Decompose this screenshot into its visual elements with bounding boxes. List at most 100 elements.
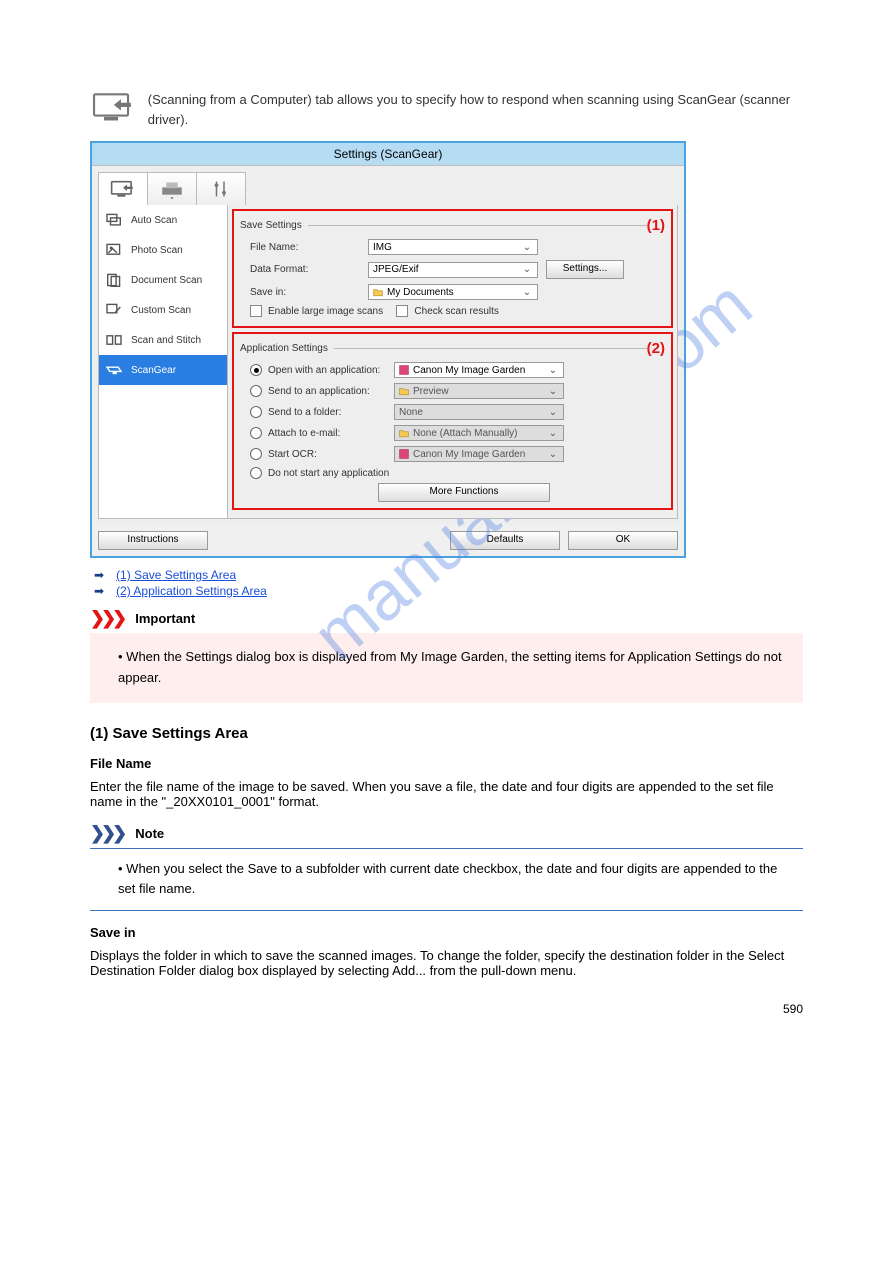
chevron-down-icon: ⌄ — [521, 287, 533, 298]
sidebar-item-scangear[interactable]: ScanGear — [99, 355, 227, 385]
checkbox-icon — [250, 305, 262, 317]
section-heading-1: (1) Save Settings Area — [90, 725, 803, 742]
more-functions-button[interactable]: More Functions — [378, 483, 550, 502]
note-block: ❯❯❯ Note • When you select the Save to a… — [90, 823, 803, 912]
photo-scan-icon — [105, 243, 123, 257]
application-settings-section: Application Settings (2) Open with an ap… — [232, 332, 673, 510]
radio-label: Do not start any application — [268, 468, 394, 479]
document-scan-icon — [105, 273, 123, 287]
important-body: • When the Settings dialog box is displa… — [90, 633, 803, 703]
checkbox-label: Check scan results — [414, 306, 498, 317]
scan-from-computer-icon — [90, 90, 138, 124]
dialog-footer: Instructions Defaults OK — [92, 525, 684, 556]
chevron-right-blue-icon: ❯❯❯ — [90, 823, 123, 844]
defaults-button[interactable]: Defaults — [450, 531, 560, 550]
file-name-label: File Name: — [250, 242, 368, 253]
radio-do-not-start-app[interactable] — [250, 467, 262, 479]
note-heading: Note — [135, 826, 164, 841]
radio-label: Send to an application: — [268, 386, 394, 397]
file-name-value: IMG — [373, 242, 392, 253]
app-icon — [399, 365, 409, 375]
sidebar: Auto Scan Photo Scan Document Scan Custo… — [98, 205, 228, 519]
app-settings-label: Application Settings — [240, 343, 328, 354]
link-application-settings-area[interactable]: (2) Application Settings Area — [116, 584, 267, 598]
intro-text: (Scanning from a Computer) tab allows yo… — [148, 90, 803, 129]
chevron-right-red-icon: ❯❯❯ — [90, 608, 123, 629]
sidebar-item-label: Custom Scan — [131, 305, 191, 316]
radio-label: Open with an application: — [268, 365, 394, 376]
instructions-button[interactable]: Instructions — [98, 531, 208, 550]
page-number: 590 — [90, 1002, 803, 1016]
panel-row: Auto Scan Photo Scan Document Scan Custo… — [98, 205, 678, 519]
note-text: When you select the Save to a subfolder … — [118, 861, 777, 897]
sidebar-item-photo-scan[interactable]: Photo Scan — [99, 235, 227, 265]
chevron-down-icon: ⌄ — [547, 365, 559, 376]
save-in-label: Save in: — [250, 287, 368, 298]
arrow-icon: ➡ — [94, 584, 104, 598]
data-format-select[interactable]: JPEG/Exif ⌄ — [368, 262, 538, 278]
radio-start-ocr[interactable] — [250, 448, 262, 460]
tab-scan-to-computer[interactable] — [147, 172, 197, 206]
tab-scan-from-computer[interactable] — [98, 172, 148, 206]
quick-links: ➡ (1) Save Settings Area ➡ (2) Applicati… — [94, 568, 803, 598]
divider — [334, 348, 647, 349]
radio-attach-to-email[interactable] — [250, 427, 262, 439]
chevron-down-icon: ⌄ — [521, 264, 533, 275]
sidebar-item-label: Scan and Stitch — [131, 335, 201, 346]
tab-general-settings[interactable] — [196, 172, 246, 206]
radio-label: Attach to e-mail: — [268, 428, 394, 439]
important-block: ❯❯❯ Important • When the Settings dialog… — [90, 608, 803, 703]
radio-label: Send to a folder: — [268, 407, 394, 418]
printer-icon — [159, 179, 185, 199]
check-scan-results-checkbox[interactable]: Check scan results — [396, 305, 498, 317]
ok-button[interactable]: OK — [568, 531, 678, 550]
stitch-icon — [105, 333, 123, 347]
dialog-title: Settings (ScanGear) — [92, 143, 684, 166]
enable-large-image-scans-checkbox[interactable]: Enable large image scans — [250, 305, 383, 317]
right-pane: Save Settings (1) File Name: IMG ⌄ — [228, 205, 678, 519]
save-in-value: My Documents — [387, 287, 454, 298]
arrow-icon: ➡ — [94, 568, 104, 582]
radio-send-to-folder[interactable] — [250, 406, 262, 418]
intro-row: (Scanning from a Computer) tab allows yo… — [90, 90, 803, 129]
save-in-description: Displays the folder in which to save the… — [90, 948, 803, 978]
custom-scan-icon — [105, 303, 123, 317]
checkbox-label: Enable large image scans — [268, 306, 383, 317]
app-icon — [399, 449, 409, 459]
dialog-body: Auto Scan Photo Scan Document Scan Custo… — [92, 166, 684, 525]
settings-dialog: Settings (ScanGear) Auto Scan — [90, 141, 686, 558]
save-in-select[interactable]: My Documents ⌄ — [368, 284, 538, 300]
radio-open-with-app[interactable] — [250, 364, 262, 376]
chevron-down-icon: ⌄ — [547, 407, 559, 418]
data-format-label: Data Format: — [250, 264, 368, 275]
link-save-settings-area[interactable]: (1) Save Settings Area — [116, 568, 236, 582]
sidebar-item-scan-and-stitch[interactable]: Scan and Stitch — [99, 325, 227, 355]
field-term-save-in: Save in — [90, 925, 803, 940]
select-value: Canon My Image Garden — [413, 449, 525, 460]
folder-icon — [373, 287, 383, 297]
field-term-file-name: File Name — [90, 756, 803, 771]
chevron-down-icon: ⌄ — [547, 449, 559, 460]
radio-send-to-app[interactable] — [250, 385, 262, 397]
note-body: • When you select the Save to a subfolde… — [90, 848, 803, 912]
file-name-field[interactable]: IMG ⌄ — [368, 239, 538, 255]
attach-email-select: None (Attach Manually) ⌄ — [394, 425, 564, 441]
intro-body: (Scanning from a Computer) tab allows yo… — [148, 92, 790, 127]
radio-label: Start OCR: — [268, 449, 394, 460]
page-root: manualshive.com (Scanning from a Compute… — [0, 0, 893, 1056]
tabs-row — [98, 172, 678, 206]
divider — [308, 225, 647, 226]
scanner-icon — [105, 363, 123, 377]
tools-icon — [212, 179, 230, 199]
data-format-settings-button[interactable]: Settings... — [546, 260, 624, 279]
data-format-value: JPEG/Exif — [373, 264, 419, 275]
sidebar-item-auto-scan[interactable]: Auto Scan — [99, 205, 227, 235]
section-number-1: (1) — [647, 217, 665, 234]
sidebar-item-document-scan[interactable]: Document Scan — [99, 265, 227, 295]
open-with-app-select[interactable]: Canon My Image Garden ⌄ — [394, 362, 564, 378]
chevron-down-icon: ⌄ — [547, 386, 559, 397]
folder-icon — [399, 386, 409, 396]
send-to-app-select: Preview ⌄ — [394, 383, 564, 399]
sidebar-item-custom-scan[interactable]: Custom Scan — [99, 295, 227, 325]
sidebar-item-label: ScanGear — [131, 365, 176, 376]
